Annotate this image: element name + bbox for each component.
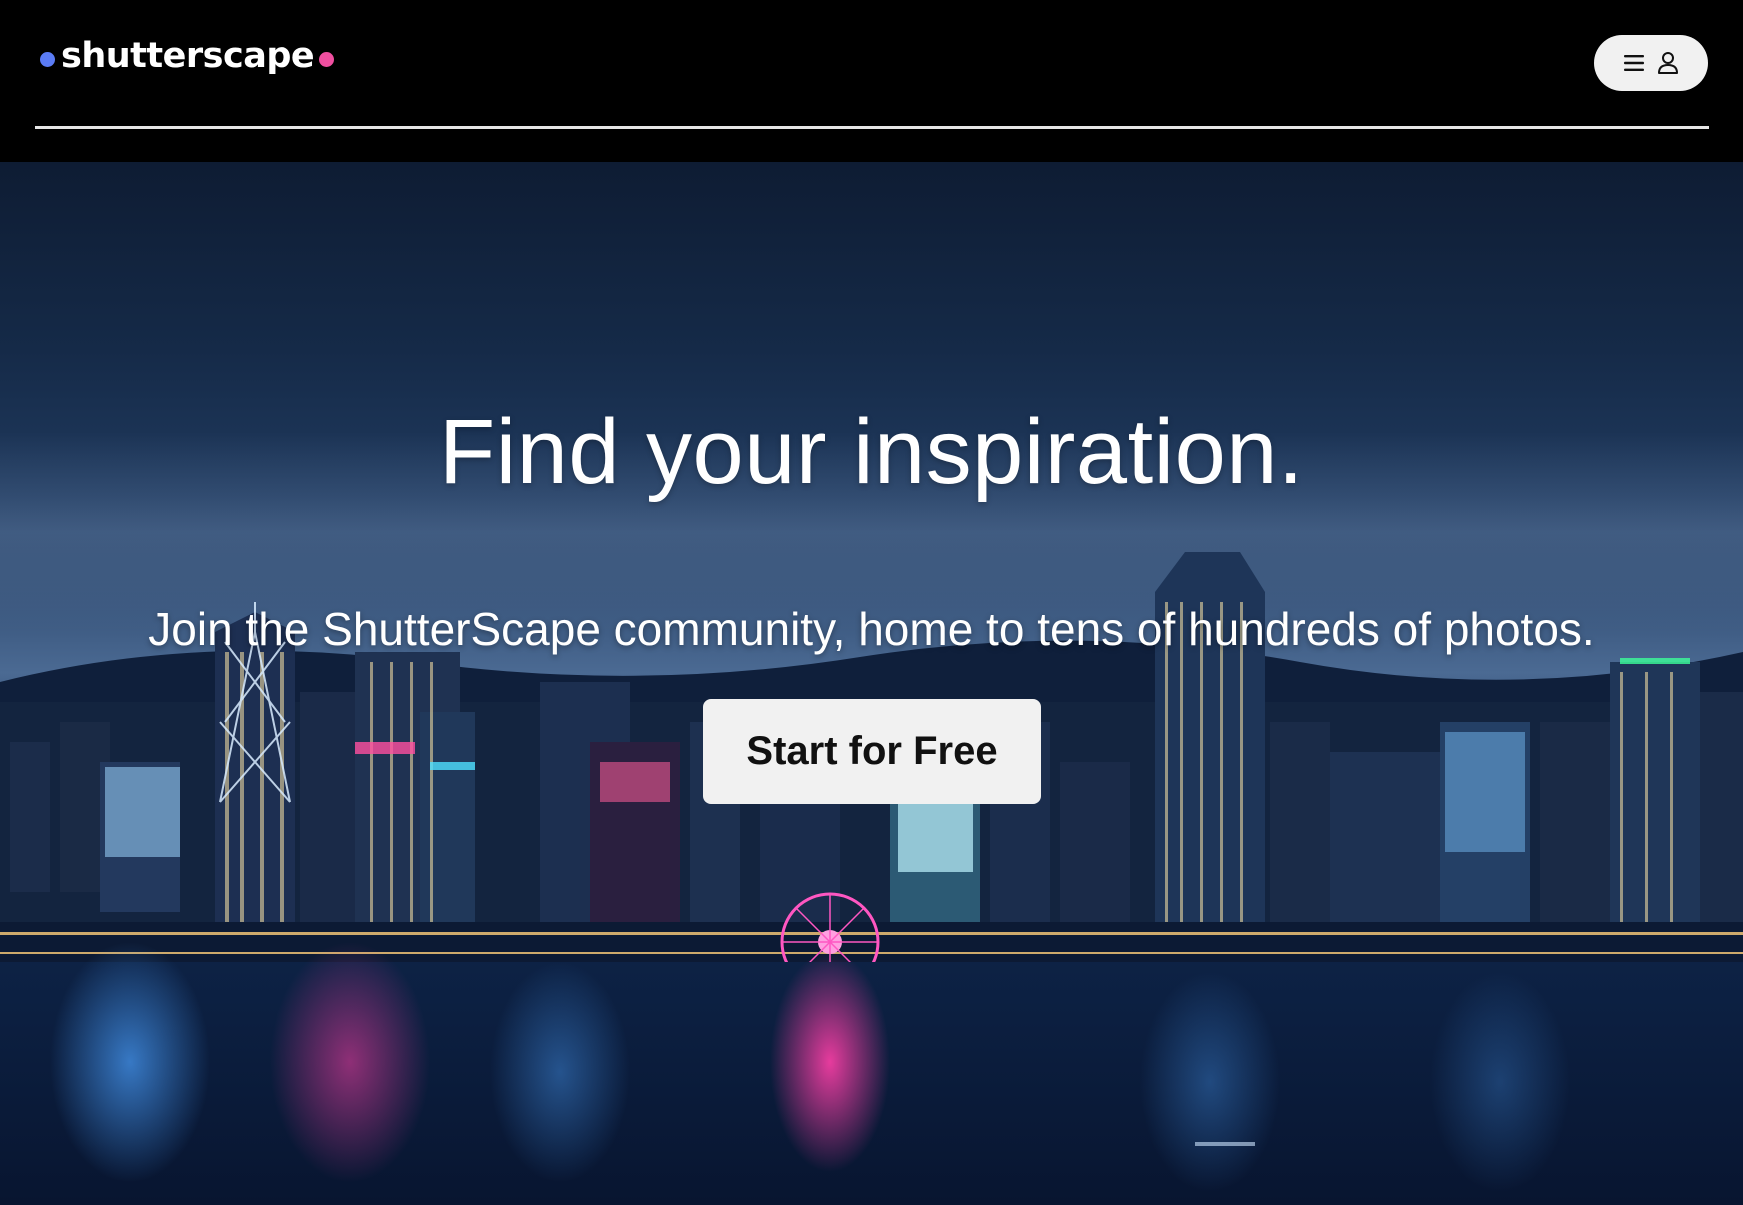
page: shutterscape Find your inspiration. Join… bbox=[0, 0, 1743, 1205]
hero-subtitle: Join the ShutterScape community, home to… bbox=[148, 603, 1595, 655]
menu-account-button[interactable] bbox=[1594, 35, 1708, 91]
brand-logo[interactable]: shutterscape bbox=[40, 36, 335, 76]
hamburger-menu-icon bbox=[1623, 54, 1645, 72]
hero-background-image bbox=[0, 432, 1743, 1205]
hero-title: Find your inspiration. bbox=[439, 401, 1304, 503]
brand-name: shutterscape bbox=[61, 36, 315, 76]
hero-section: Find your inspiration. Join the ShutterS… bbox=[0, 162, 1743, 1205]
header-divider bbox=[35, 126, 1709, 129]
logo-dot-left bbox=[40, 51, 55, 67]
site-header: shutterscape bbox=[0, 0, 1743, 162]
logo-dot-right bbox=[319, 51, 335, 67]
user-icon bbox=[1657, 51, 1679, 75]
start-for-free-button[interactable]: Start for Free bbox=[703, 699, 1041, 804]
